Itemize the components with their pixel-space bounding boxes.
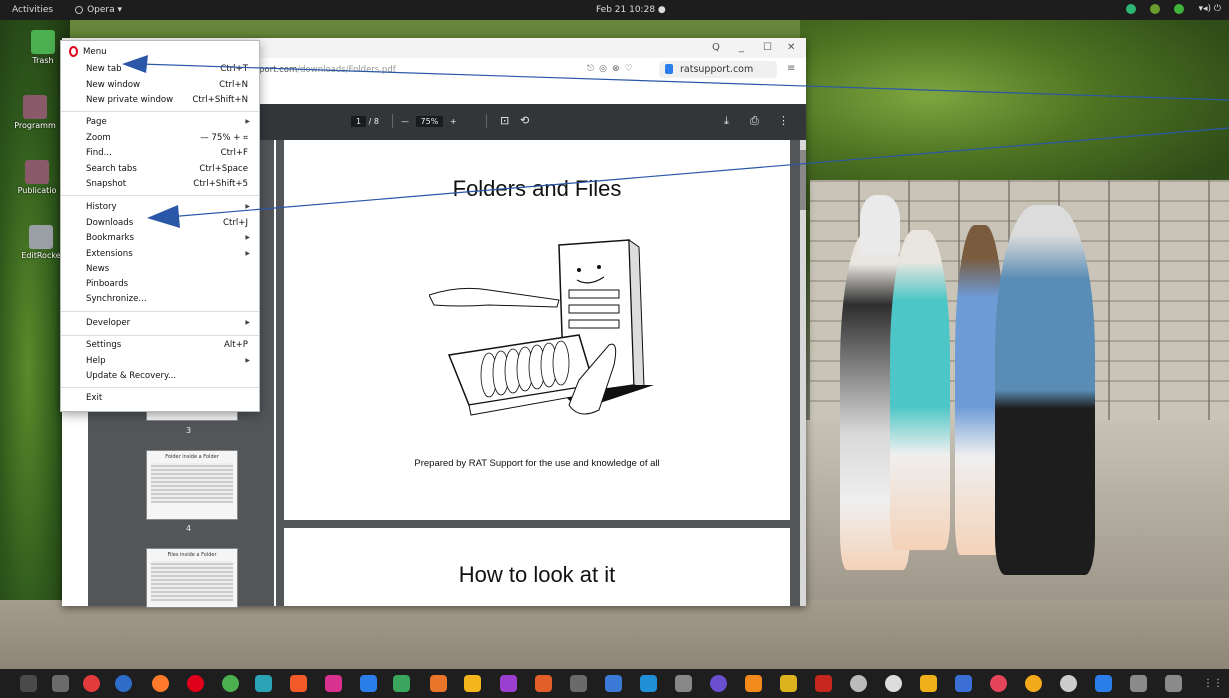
window-icon[interactable] <box>52 675 69 692</box>
brave-icon[interactable] <box>290 675 307 692</box>
impress-icon[interactable] <box>430 675 447 692</box>
draw-icon[interactable] <box>464 675 481 692</box>
app-icon[interactable] <box>83 675 100 692</box>
app-icon[interactable] <box>955 675 972 692</box>
filezilla-icon[interactable] <box>815 675 832 692</box>
app-icon[interactable] <box>990 675 1007 692</box>
app-icon[interactable] <box>570 675 587 692</box>
app-icon[interactable] <box>710 675 727 692</box>
app-icon[interactable] <box>1095 675 1112 692</box>
app-icon[interactable] <box>605 675 622 692</box>
calc-icon[interactable] <box>393 675 410 692</box>
app-icon[interactable] <box>675 675 692 692</box>
app-icon[interactable] <box>1130 675 1147 692</box>
show-desktop-icon[interactable] <box>20 675 37 692</box>
opera-dock-icon[interactable] <box>187 675 204 692</box>
app-icon[interactable] <box>1165 675 1182 692</box>
app-icon[interactable] <box>255 675 272 692</box>
vlc-icon[interactable] <box>745 675 762 692</box>
annotation-arrows <box>122 55 1229 228</box>
app-icon[interactable] <box>920 675 937 692</box>
app-icon[interactable] <box>1060 675 1077 692</box>
app-icon[interactable] <box>885 675 902 692</box>
app-icon[interactable] <box>780 675 797 692</box>
app-icon[interactable] <box>1025 675 1042 692</box>
writer-icon[interactable] <box>360 675 377 692</box>
app-icon[interactable] <box>115 675 132 692</box>
math-icon[interactable] <box>500 675 517 692</box>
chrome-icon[interactable] <box>222 675 239 692</box>
firefox-icon[interactable] <box>152 675 169 692</box>
app-icon[interactable] <box>850 675 867 692</box>
dock: ⋮⋮ <box>0 669 1229 698</box>
app-grid-icon[interactable]: ⋮⋮ <box>1203 678 1223 689</box>
app-icon[interactable] <box>535 675 552 692</box>
app-icon[interactable] <box>325 675 342 692</box>
app-icon[interactable] <box>640 675 657 692</box>
